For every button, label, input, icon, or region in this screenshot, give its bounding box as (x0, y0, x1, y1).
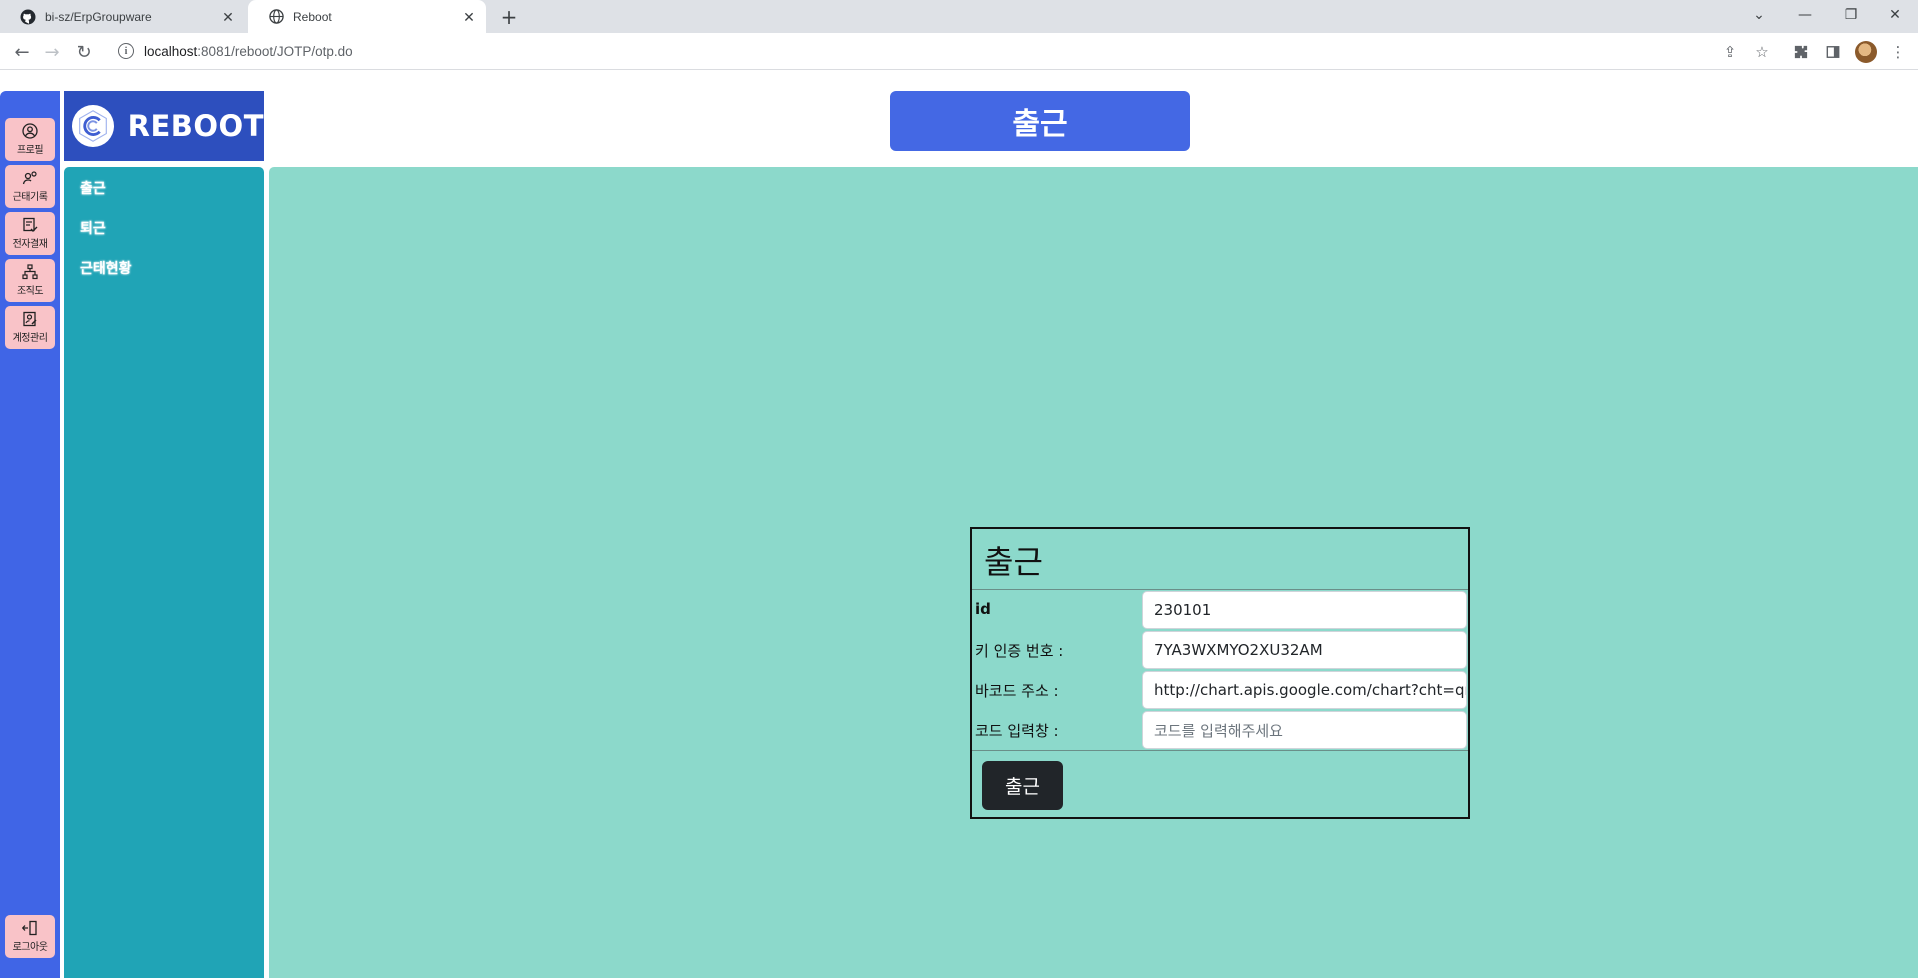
bookmark-star-icon[interactable]: ☆ (1752, 42, 1772, 62)
door-exit-icon (22, 920, 37, 936)
reload-icon[interactable]: ↻ (70, 38, 98, 66)
icon-sidebar: 프로필 근태기록 전자결재 조직도 계정관리 로그아웃 (0, 91, 60, 978)
code-input-field[interactable]: 코드를 입력해주세요 (1142, 711, 1467, 749)
org-chart-label: 조직도 (16, 286, 44, 297)
back-arrow-icon[interactable]: ← (8, 38, 36, 66)
logout-label: 로그아웃 (12, 942, 48, 953)
divider (972, 750, 1468, 751)
side-panel-icon[interactable] (1823, 42, 1843, 62)
attendance-record-button[interactable]: 근태기록 (5, 165, 55, 208)
org-chart-icon (22, 264, 38, 280)
close-window-icon[interactable]: ✕ (1872, 0, 1918, 30)
key-auth-field[interactable]: 7YA3WXMYO2XU32AM (1142, 631, 1467, 669)
menu-item-attendance-status[interactable]: 근태현황 (80, 258, 132, 278)
profile-avatar[interactable] (1855, 41, 1877, 63)
profile-button[interactable]: 프로필 (5, 118, 55, 161)
menu-item-check-in[interactable]: 출근 (80, 178, 106, 198)
check-in-header-button[interactable]: 출근 (890, 91, 1190, 151)
url-text: localhost:8081/reboot/JOTP/otp.do (144, 43, 353, 59)
check-in-form: 출근 id 230101 키 인증 번호 : 7YA3WXMYO2XU32AM … (970, 527, 1470, 819)
id-field[interactable]: 230101 (1142, 591, 1467, 629)
account-management-label: 계정관리 (12, 333, 48, 344)
brand-name: REBOOT (127, 109, 264, 143)
browser-tab-strip: bi-sz/ErpGroupware ✕ Reboot ✕ + ⌄ — ❐ ✕ (0, 0, 1918, 33)
menu-item-check-out[interactable]: 퇴근 (80, 218, 106, 238)
barcode-url-label: 바코드 주소 : (975, 682, 1059, 700)
new-tab-icon[interactable]: + (498, 5, 520, 29)
browser-tab-reboot[interactable]: Reboot ✕ (248, 0, 486, 33)
key-auth-label: 키 인증 번호 : (975, 642, 1064, 660)
e-approval-label: 전자결재 (12, 239, 48, 250)
barcode-url-field[interactable]: http://chart.apis.google.com/chart?cht=q… (1142, 671, 1467, 709)
browser-menu-icon[interactable]: ⋮ (1888, 42, 1908, 62)
brand-logo[interactable]: REBOOT (64, 91, 264, 161)
restore-icon[interactable]: ❐ (1828, 0, 1874, 30)
org-chart-button[interactable]: 조직도 (5, 259, 55, 302)
github-icon (20, 9, 36, 25)
document-check-icon (23, 217, 38, 232)
forward-arrow-icon[interactable]: → (38, 38, 66, 66)
tab-title: bi-sz/ErpGroupware (45, 9, 152, 24)
close-tab-icon[interactable]: ✕ (220, 9, 236, 25)
e-approval-button[interactable]: 전자결재 (5, 212, 55, 255)
address-bar[interactable]: i localhost:8081/reboot/JOTP/otp.do (108, 37, 1798, 65)
tab-search-chevron-icon[interactable]: ⌄ (1736, 0, 1782, 30)
site-info-icon[interactable]: i (118, 43, 134, 59)
tab-title: Reboot (293, 9, 332, 24)
close-tab-icon[interactable]: ✕ (461, 9, 477, 25)
page: 프로필 근태기록 전자결재 조직도 계정관리 로그아웃 REBOOT 출근 퇴근… (0, 70, 1918, 978)
user-circle-icon (22, 123, 38, 139)
browser-toolbar: ← → ↻ i localhost:8081/reboot/JOTP/otp.d… (0, 33, 1918, 70)
divider (972, 589, 1468, 590)
account-management-button[interactable]: 계정관리 (5, 306, 55, 349)
check-in-submit-button[interactable]: 출근 (982, 761, 1063, 810)
profile-label: 프로필 (16, 145, 44, 156)
share-icon[interactable]: ⇪ (1720, 42, 1740, 62)
account-edit-icon (23, 311, 37, 327)
minimize-icon[interactable]: — (1782, 0, 1828, 30)
globe-icon (268, 9, 284, 25)
logout-button[interactable]: 로그아웃 (5, 915, 55, 958)
id-label: id (975, 600, 991, 618)
attendance-record-label: 근태기록 (12, 192, 48, 203)
browser-tab-github[interactable]: bi-sz/ErpGroupware ✕ (0, 0, 245, 33)
code-input-label: 코드 입력창 : (975, 722, 1059, 740)
side-menu: 출근 퇴근 근태현황 (64, 167, 264, 978)
extensions-puzzle-icon[interactable] (1791, 42, 1811, 62)
form-title: 출근 (984, 543, 1043, 581)
person-gear-icon (22, 171, 37, 185)
reboot-logo-icon (72, 105, 114, 147)
